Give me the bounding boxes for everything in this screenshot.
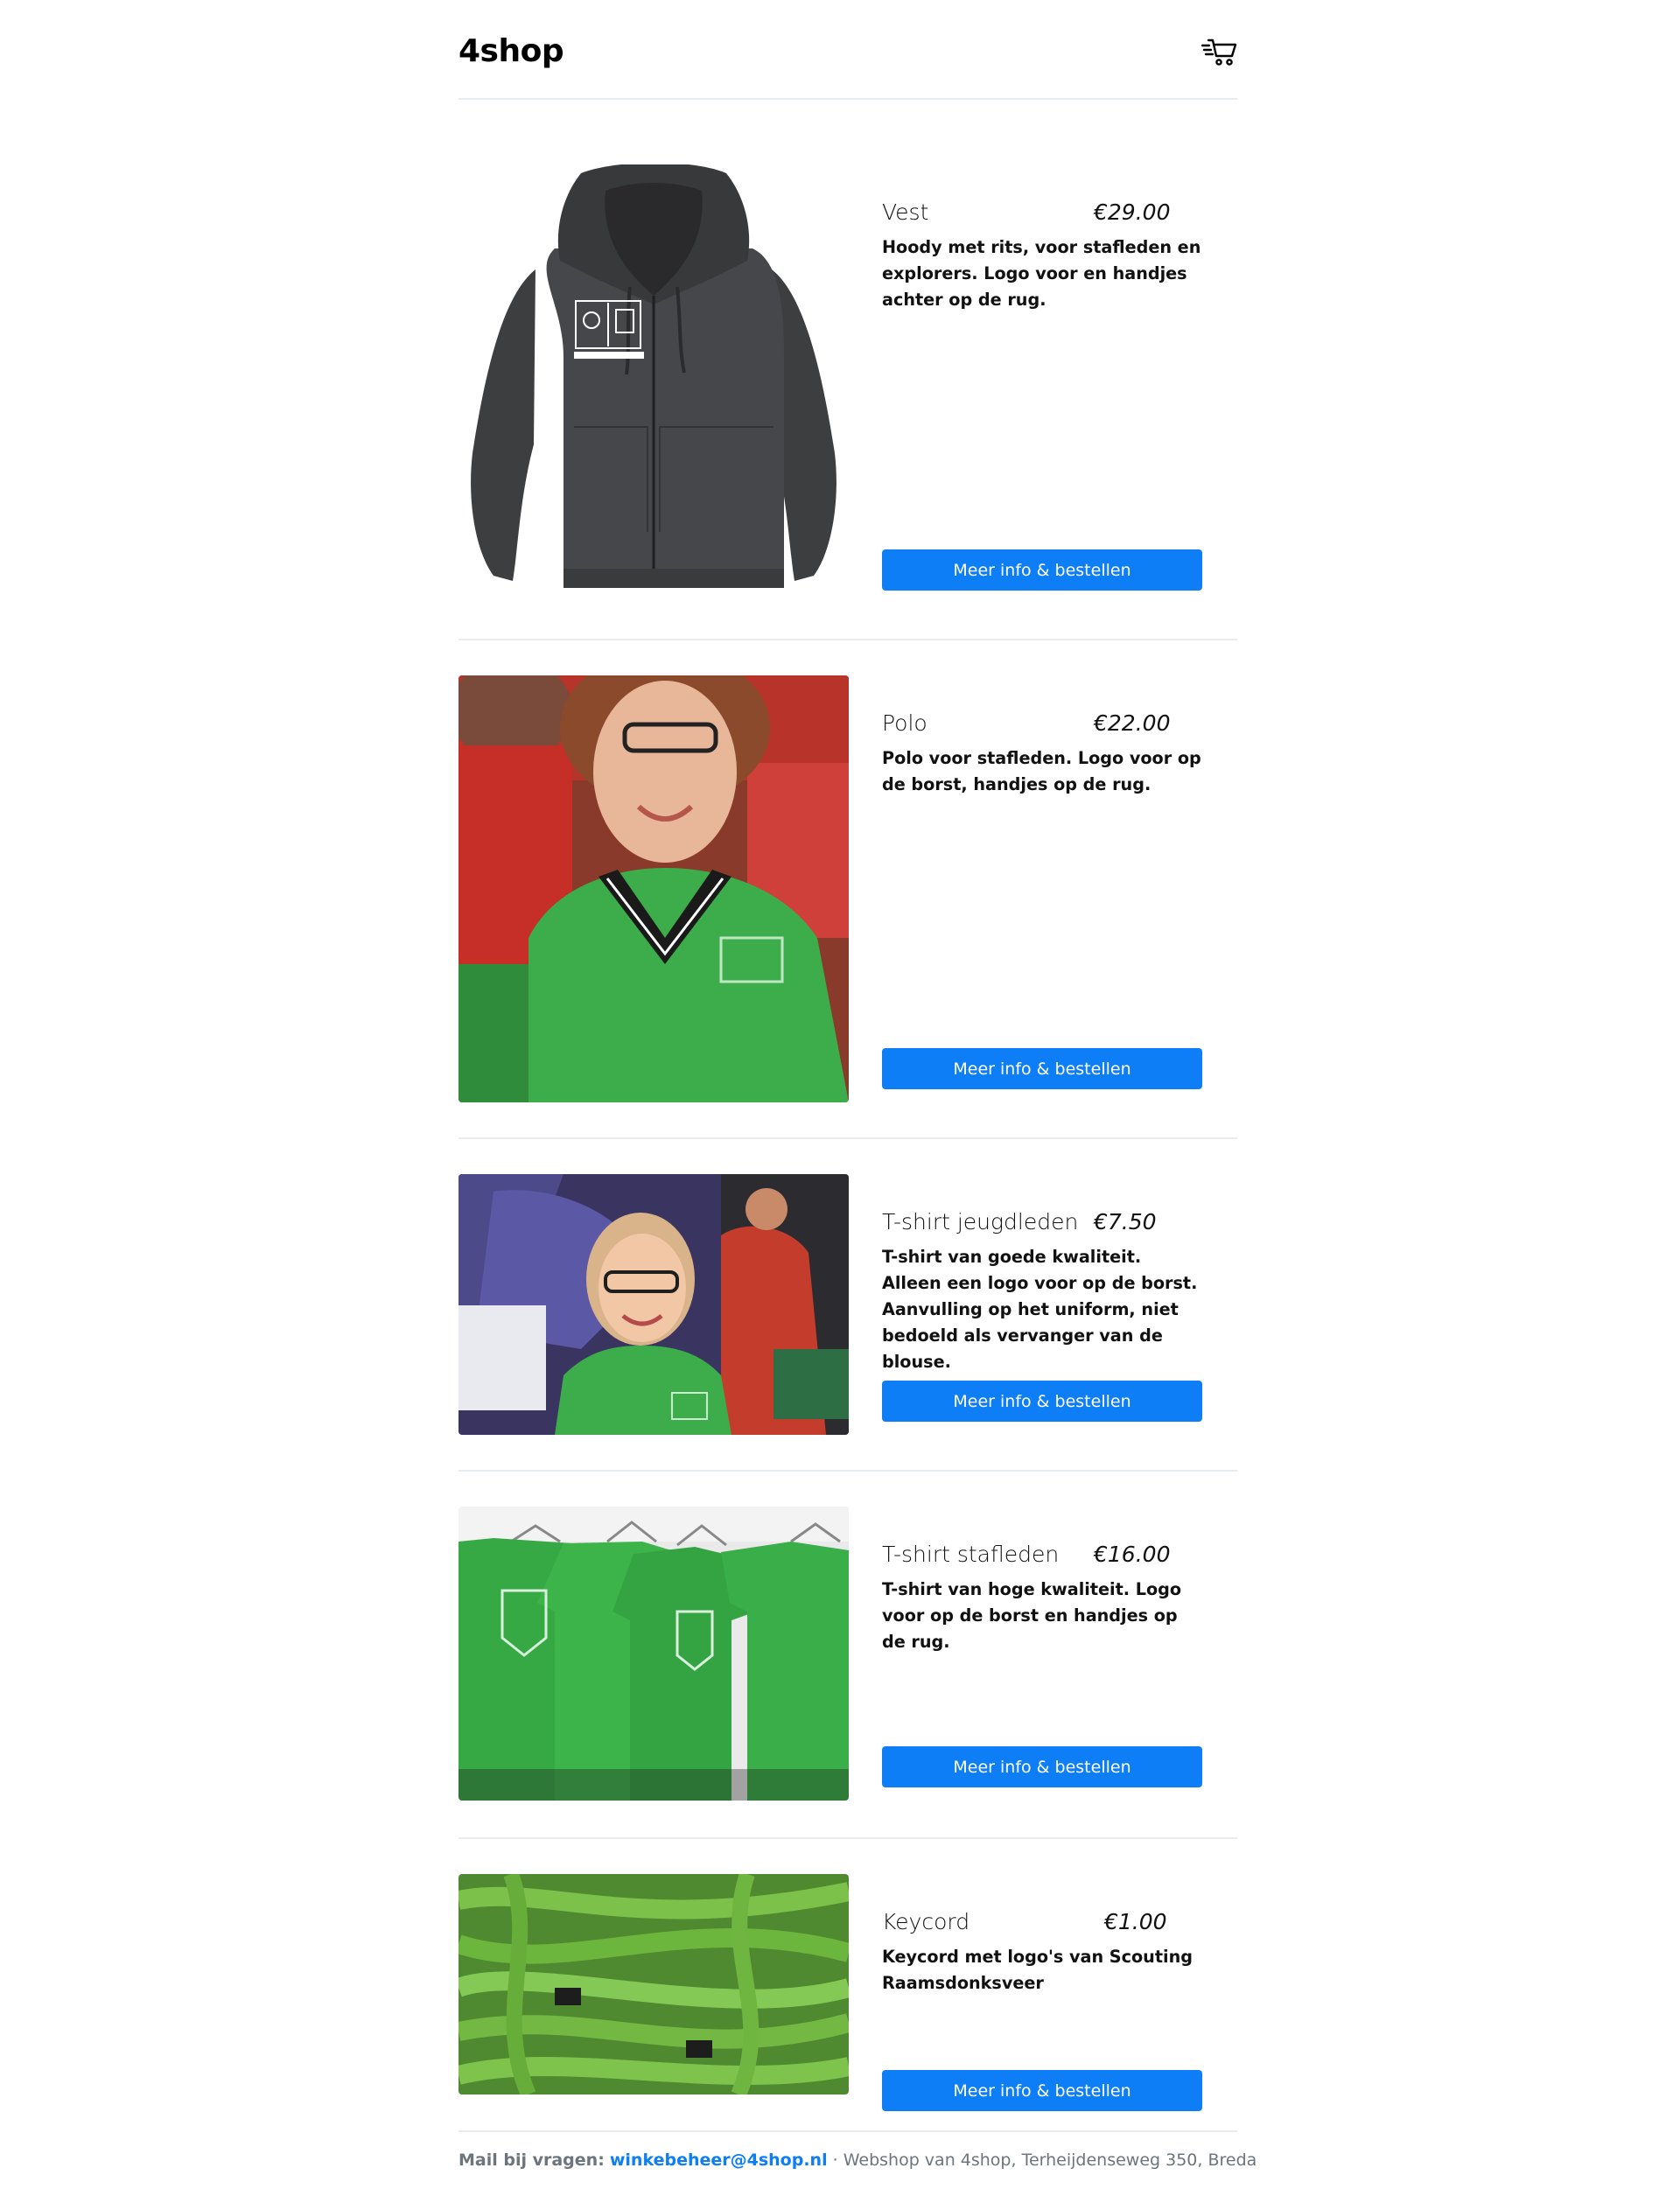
footer-address: · Webshop van 4shop, Terheijdenseweg 350… (832, 2151, 1257, 2170)
product-image-hoodie[interactable] (458, 164, 849, 593)
product-image-tshirt-staff[interactable] (458, 1507, 849, 1801)
product-info: Vest €29.00 Hoody met rits, voor stafled… (882, 199, 1202, 619)
product-name: Keycord (882, 1909, 970, 1934)
product-description: Keycord met logo's van Scouting Raamsdon… (882, 1947, 1193, 1993)
more-info-order-button[interactable]: Meer info & bestellen (882, 1381, 1202, 1422)
product-info: T-shirt stafleden €16.00 T-shirt van hog… (882, 1542, 1202, 1822)
product-description: T-shirt van hoge kwaliteit. Logo voor op… (882, 1579, 1182, 1652)
shopping-cart-icon[interactable] (1200, 37, 1237, 66)
header: 4shop (458, 0, 1237, 100)
product-name: Polo (882, 710, 928, 736)
more-info-order-button[interactable]: Meer info & bestellen (882, 2070, 1202, 2111)
product-name: T-shirt jeugdleden (882, 1209, 1079, 1234)
product-card-keycord: Keycord €1.00 Keycord met logo's van Sco… (458, 1839, 1237, 2132)
product-description: Polo voor stafleden. Logo voor op de bor… (882, 748, 1201, 794)
product-image-tshirt-youth[interactable] (458, 1174, 849, 1435)
product-info: T-shirt jeugdleden €7.50 T-shirt van goe… (882, 1209, 1202, 1454)
more-info-order-button[interactable]: Meer info & bestellen (882, 1048, 1202, 1089)
product-card-vest: Vest €29.00 Hoody met rits, voor stafled… (458, 100, 1237, 640)
product-price: €29.00 (1094, 199, 1171, 225)
product-price: €7.50 (1094, 1209, 1157, 1234)
product-description: T-shirt van goede kwaliteit. Alleen een … (882, 1247, 1198, 1372)
product-image-polo[interactable] (458, 675, 849, 1102)
product-image-keycord[interactable] (458, 1874, 849, 2095)
product-card-tshirt-jeugdleden: T-shirt jeugdleden €7.50 T-shirt van goe… (458, 1139, 1237, 1472)
product-card-tshirt-stafleden: T-shirt stafleden €16.00 T-shirt van hog… (458, 1472, 1237, 1839)
product-name: Vest (882, 199, 929, 225)
product-info: Keycord €1.00 Keycord met logo's van Sco… (882, 1909, 1202, 2119)
page: 4shop Vest €29.00 Hoody met rits, voor s… (458, 0, 1256, 2170)
product-price: €16.00 (1094, 1542, 1171, 1567)
footer: Mail bij vragen: winkebeheer@4shop.nl · … (458, 2151, 1256, 2170)
product-card-polo: Polo €22.00 Polo voor stafleden. Logo vo… (458, 640, 1237, 1139)
more-info-order-button[interactable]: Meer info & bestellen (882, 549, 1202, 591)
footer-label: Mail bij vragen: (458, 2151, 605, 2170)
product-name: T-shirt stafleden (882, 1542, 1060, 1567)
product-info: Polo €22.00 Polo voor stafleden. Logo vo… (882, 710, 1202, 1113)
product-price: €22.00 (1094, 710, 1171, 736)
product-description: Hoody met rits, voor stafleden en explor… (882, 237, 1201, 310)
footer-email-link[interactable]: winkebeheer@4shop.nl (610, 2151, 828, 2170)
product-price: €1.00 (1104, 1909, 1167, 1934)
shop-logo[interactable]: 4shop (458, 33, 564, 69)
more-info-order-button[interactable]: Meer info & bestellen (882, 1746, 1202, 1787)
